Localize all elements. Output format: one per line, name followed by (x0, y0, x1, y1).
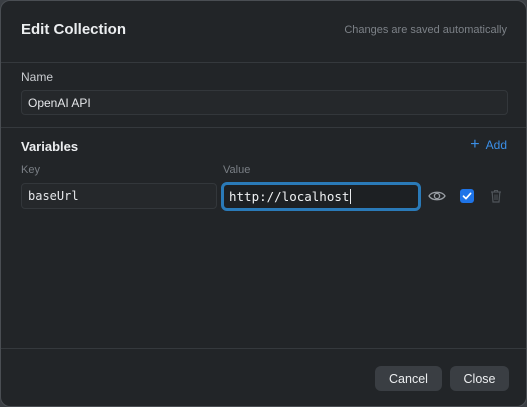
autosave-note: Changes are saved automatically (344, 24, 507, 36)
checkmark-icon (462, 192, 472, 200)
value-column-header: Value (223, 164, 251, 176)
dialog-header: Edit Collection Changes are saved automa… (1, 1, 526, 63)
variable-key-input[interactable]: baseUrl (21, 183, 217, 209)
name-label: Name (21, 70, 54, 84)
text-caret (350, 189, 352, 204)
collection-name-input[interactable]: OpenAI API (21, 90, 508, 115)
add-variable-label: Add (485, 138, 507, 152)
dialog-title: Edit Collection (21, 21, 126, 38)
add-variable-button[interactable]: + Add (470, 136, 507, 153)
variable-value-input[interactable]: http://localhost (221, 182, 421, 211)
variable-value-text: http://localhost (229, 189, 350, 204)
key-column-header: Key (21, 164, 40, 176)
variable-enabled-checkbox[interactable] (460, 189, 474, 203)
edit-collection-dialog: Edit Collection Changes are saved automa… (0, 0, 527, 407)
variables-title: Variables (21, 139, 79, 154)
trash-icon[interactable] (490, 189, 502, 203)
plus-icon: + (470, 136, 480, 153)
section-divider (1, 127, 526, 128)
cancel-button[interactable]: Cancel (375, 366, 442, 391)
eye-icon[interactable] (428, 189, 446, 203)
close-button[interactable]: Close (450, 366, 509, 391)
dialog-footer: Cancel Close (1, 348, 526, 406)
